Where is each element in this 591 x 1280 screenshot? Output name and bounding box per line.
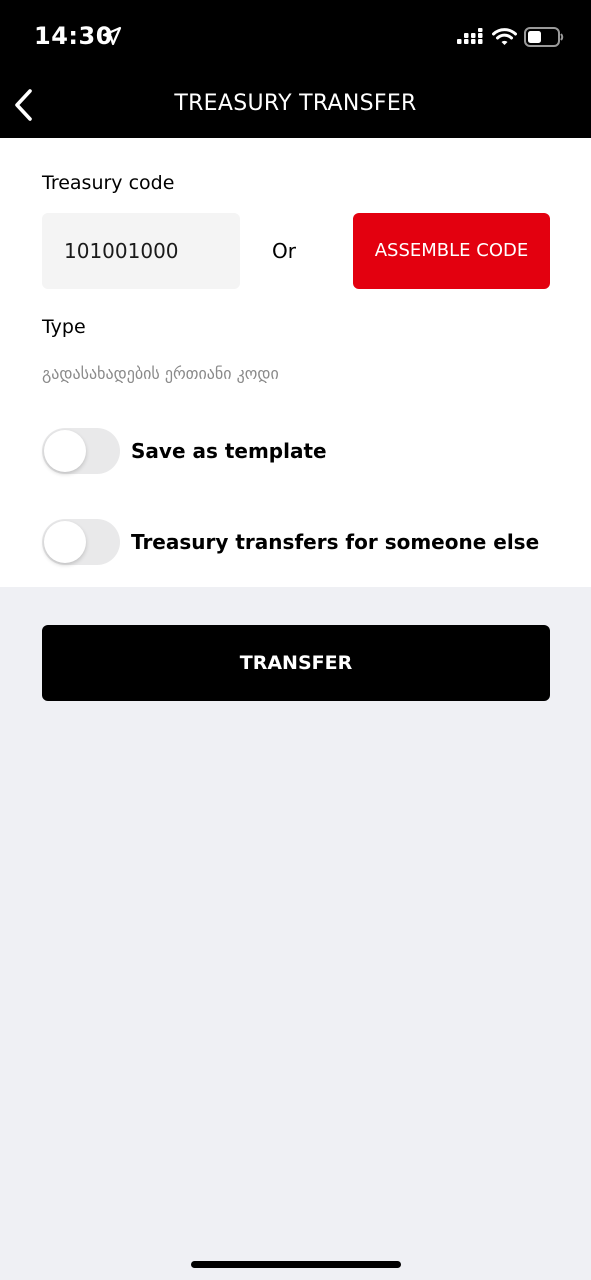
home-indicator[interactable]: [191, 1261, 401, 1268]
type-value: გადასახადების ერთიანი კოდი: [42, 364, 279, 383]
toggle-knob: [44, 521, 86, 563]
treasury-code-label: Treasury code: [42, 172, 175, 194]
signal-icon: [457, 28, 483, 44]
page-title: TREASURY TRANSFER: [174, 91, 417, 116]
assemble-code-button[interactable]: ASSEMBLE CODE: [353, 213, 550, 289]
save-template-toggle[interactable]: [42, 428, 120, 474]
transfer-button[interactable]: TRANSFER: [42, 625, 550, 701]
battery-icon: [524, 27, 564, 47]
someone-else-toggle[interactable]: [42, 519, 120, 565]
save-template-label: Save as template: [131, 439, 327, 463]
toggle-knob: [44, 430, 86, 472]
someone-else-label: Treasury transfers for someone else: [131, 530, 540, 554]
treasury-code-input[interactable]: 101001000: [42, 213, 240, 289]
header-bar: 14:30 TREASURY TRANSFER: [0, 0, 591, 138]
or-label: Or: [272, 239, 296, 263]
location-arrow-icon: [102, 26, 122, 46]
transfer-form: Treasury code 101001000 Or ASSEMBLE CODE…: [0, 138, 591, 587]
type-label: Type: [42, 316, 86, 338]
wifi-icon: [492, 28, 517, 45]
